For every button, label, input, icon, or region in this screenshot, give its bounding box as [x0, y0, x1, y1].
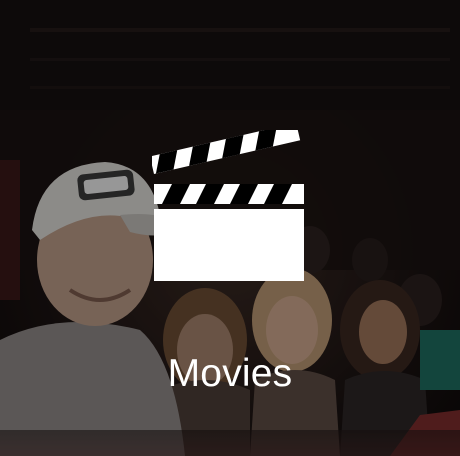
clapperboard-icon [152, 130, 304, 281]
tile-label: Movies [167, 352, 293, 395]
movies-tile[interactable]: Movies [0, 0, 460, 456]
